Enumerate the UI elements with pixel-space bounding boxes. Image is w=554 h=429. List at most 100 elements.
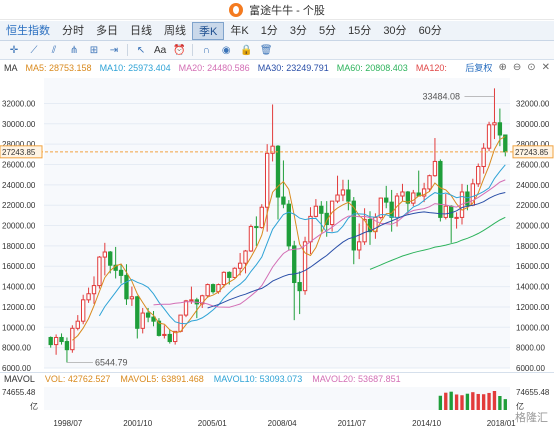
x-tick-label: 1998/07 [53, 419, 82, 428]
x-tick-label: 2014/10 [412, 419, 441, 428]
period-tab-10[interactable]: 15分 [342, 22, 377, 40]
volume-bar [454, 394, 459, 410]
volume-bar [487, 392, 491, 410]
period-tab-7[interactable]: 1分 [255, 22, 284, 40]
volume-bar [449, 391, 453, 410]
text-tool-icon[interactable]: Aa [151, 42, 169, 59]
candle-body [135, 296, 140, 329]
candle-body [448, 205, 454, 218]
candle-body [232, 267, 237, 278]
period-tab-3[interactable]: 日线 [124, 22, 158, 40]
x-tick-label: 2005/01 [198, 419, 227, 428]
candle-body [308, 215, 313, 243]
candle-body [427, 175, 432, 190]
candle-body [264, 152, 270, 208]
candle-body [86, 293, 91, 301]
volume-unit-left: 亿 [30, 401, 38, 411]
period-tab-6[interactable]: 年K [224, 22, 254, 40]
candle-body [297, 282, 302, 292]
candle-body [48, 336, 53, 346]
candle-body [340, 189, 346, 196]
y-tick-label-left: 26000.00 [2, 160, 36, 169]
y-tick-label-right: 12000.00 [516, 303, 550, 312]
period-tab-1[interactable]: 分时 [56, 22, 90, 40]
candle-body [129, 296, 135, 300]
period-tab-5[interactable]: 季K [192, 21, 225, 40]
drawing-toolbar: ✛ ⟋ ⫽ ⋔ ⊞ ⇥ ↖ Aa ⏰ ∩ ◉ 🔒 🗑 [0, 41, 554, 60]
candle-body [259, 206, 264, 229]
x-tick-label: 2001/10 [123, 419, 152, 428]
candle-body [319, 205, 324, 214]
ma-legend-item: MA30: 23249.791 [257, 62, 329, 73]
y-tick-label-left: 14000.00 [2, 283, 36, 292]
volume-legend-item: MAVOL10: 53093.073 [213, 374, 303, 384]
candle-body [492, 122, 497, 126]
candle-body [254, 226, 259, 229]
volume-bar [481, 394, 486, 410]
period-tab-0[interactable]: 恒生指数 [0, 22, 56, 40]
candle-body [75, 320, 80, 329]
y-tick-label-right: 14000.00 [516, 283, 550, 292]
volume-bar [465, 393, 470, 410]
volume-bar [492, 391, 497, 410]
line-draw-icon[interactable]: ⟋ [24, 42, 44, 59]
grid-tool-icon[interactable]: ⊞ [84, 42, 104, 59]
period-tab-8[interactable]: 3分 [284, 22, 313, 40]
period-tab-11[interactable]: 30分 [377, 22, 412, 40]
period-tabs: 恒生指数 分时 多日 日线 周线 季K 年K 1分 3分 5分 15分 30分 60分 [0, 21, 554, 41]
volume-bar [438, 395, 443, 410]
toolbar-separator [192, 44, 194, 56]
volume-bar [476, 393, 480, 410]
candle-body [313, 205, 319, 217]
candle-body [356, 241, 362, 251]
period-tab-4[interactable]: 周线 [158, 22, 192, 40]
y-tick-label-right: 18000.00 [516, 242, 550, 251]
volume-bar [503, 399, 507, 410]
adjust-mode-button[interactable]: 后复权 [465, 61, 492, 74]
lock-icon[interactable]: 🔒 [236, 42, 256, 59]
channel-icon[interactable]: ⫽ [44, 42, 64, 59]
magnet-icon[interactable]: ∩ [196, 42, 216, 59]
ma-legend-item: MA5: 28753.158 [25, 62, 92, 73]
y-tick-label-left: 32000.00 [2, 99, 36, 108]
volume-bar [460, 395, 464, 410]
candle-body [248, 226, 254, 252]
period-tab-2[interactable]: 多日 [90, 22, 124, 40]
period-tab-12[interactable]: 60分 [413, 22, 448, 40]
candle-body [167, 333, 172, 343]
candle-body [384, 197, 389, 203]
range-icon[interactable]: ⇥ [104, 42, 124, 59]
candle-body [438, 160, 443, 218]
y-tick-label-left: 24000.00 [2, 181, 36, 190]
y-tick-label-right: 10000.00 [516, 323, 550, 332]
candle-body [275, 145, 281, 198]
y-tick-label-left: 22000.00 [2, 201, 36, 210]
candle-body [210, 284, 216, 293]
y-tick-label-left: 30000.00 [2, 120, 36, 129]
candle-body [221, 271, 227, 286]
candle-body [162, 333, 167, 336]
y-tick-label-right: 16000.00 [516, 262, 550, 271]
settings-icon[interactable]: ⊙ [527, 62, 535, 73]
zoom-out-icon[interactable]: ⊖ [513, 62, 521, 73]
current-price-label-right: 27243.85 [515, 148, 549, 157]
close-icon[interactable]: ✕ [542, 62, 550, 73]
candle-body [145, 312, 151, 318]
eye-icon[interactable]: ◉ [216, 42, 236, 59]
fork-icon[interactable]: ⋔ [64, 42, 84, 59]
alarm-icon[interactable]: ⏰ [169, 42, 189, 59]
candle-body [53, 336, 59, 346]
volume-bar [498, 396, 502, 410]
candle-body [286, 203, 292, 247]
candle-body [497, 122, 503, 136]
delete-icon[interactable]: 🗑 [256, 42, 276, 59]
period-tab-9[interactable]: 5分 [313, 22, 342, 40]
zoom-in-icon[interactable]: ⊕ [498, 62, 506, 73]
title-bar: 富途牛牛 - 个股 [0, 0, 554, 20]
crosshair-icon[interactable]: ✛ [4, 42, 24, 59]
volume-bar [444, 392, 448, 410]
candle-body [91, 285, 97, 295]
candle-body [389, 201, 394, 218]
candle-body [140, 312, 145, 329]
arrow-icon[interactable]: ↖ [131, 42, 151, 59]
